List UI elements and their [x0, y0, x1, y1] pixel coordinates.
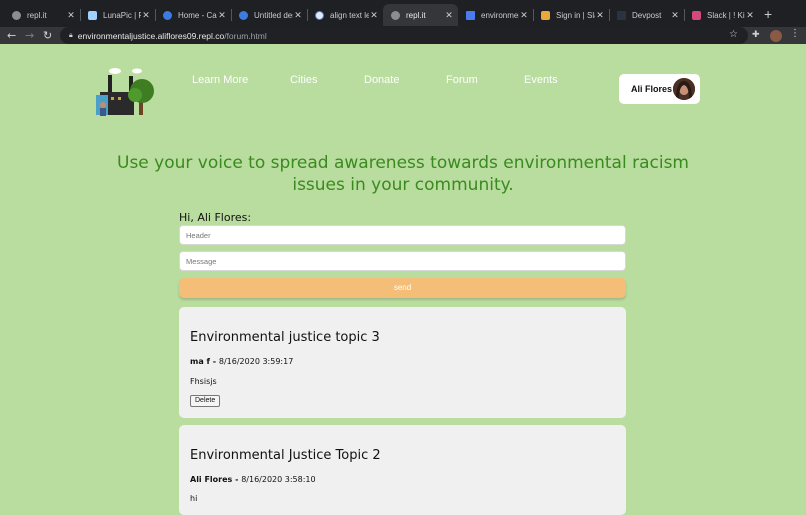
logo-person-body: [100, 108, 106, 116]
tab-untitled-design[interactable]: Untitled des ✕: [231, 4, 308, 26]
profile-avatar-icon[interactable]: [770, 30, 782, 42]
forum-post-card: Environmental Justice Topic 2 Ali Flores…: [179, 425, 626, 515]
tab-replit-1[interactable]: repl.it ✕: [4, 4, 81, 26]
slack-favicon-icon: [541, 10, 550, 20]
nav-learn-more[interactable]: Learn More: [192, 74, 248, 86]
tab-title: Untitled des: [254, 10, 293, 20]
tab-replit-active[interactable]: repl.it ✕: [383, 4, 458, 26]
google-favicon-icon: [315, 10, 324, 20]
post-body: hi: [190, 494, 198, 503]
header-input[interactable]: [179, 225, 626, 245]
new-tab-button[interactable]: +: [764, 6, 772, 22]
forward-arrow-icon[interactable]: →: [25, 27, 34, 44]
tab-docs-environment[interactable]: environment ✕: [458, 4, 534, 26]
replit-favicon-icon: [12, 10, 21, 20]
close-tab-icon[interactable]: ✕: [66, 10, 76, 21]
kebab-menu-icon[interactable]: ⋮: [790, 28, 800, 39]
logo-window: [118, 97, 121, 100]
user-name: Ali Flores: [631, 84, 673, 94]
logo-tree: [128, 88, 142, 102]
browser-toolbar: ← → ↻ 🔒︎ environmentaljustice.aliflores0…: [0, 27, 806, 44]
site-logo[interactable]: [95, 67, 157, 117]
tab-canva-home[interactable]: Home - Can ✕: [155, 4, 232, 26]
close-tab-icon[interactable]: ✕: [141, 10, 151, 21]
forum-post-card: Environmental justice topic 3 ma f - 8/1…: [179, 307, 626, 418]
logo-person: [100, 102, 106, 108]
send-button[interactable]: send: [179, 278, 626, 298]
tab-title: repl.it: [406, 10, 426, 20]
tab-devpost[interactable]: Devpost ✕: [609, 4, 685, 26]
close-tab-icon[interactable]: ✕: [369, 10, 379, 21]
post-timestamp: 8/16/2020 3:58:10: [241, 475, 316, 484]
canva-favicon-icon: [239, 10, 248, 20]
extensions-puzzle-icon[interactable]: ✚: [752, 30, 760, 40]
url-path: /forum.html: [224, 30, 267, 41]
greeting-text: Hi, Ali Flores:: [179, 211, 252, 224]
post-body: Fhsisjs: [190, 377, 217, 386]
slack-favicon-icon: [692, 10, 701, 20]
reload-icon[interactable]: ↻: [43, 27, 52, 44]
canva-favicon-icon: [163, 10, 172, 20]
user-profile-button[interactable]: Ali Flores: [619, 74, 700, 104]
post-timestamp: 8/16/2020 3:59:17: [218, 357, 294, 366]
avatar: [673, 78, 695, 100]
tab-lunapic[interactable]: LunaPic | Fr ✕: [80, 4, 156, 26]
post-title: Environmental justice topic 3: [190, 330, 380, 345]
page-headline: Use your voice to spread awareness towar…: [117, 153, 689, 195]
tab-slack-kim[interactable]: Slack | ! Kim ✕: [684, 4, 759, 26]
bookmark-star-icon[interactable]: ☆: [729, 29, 738, 40]
tab-title: LunaPic | Fr: [103, 10, 141, 20]
tab-title: repl.it: [27, 10, 47, 20]
tab-google-search[interactable]: align text lef ✕: [307, 4, 383, 26]
post-author: ma f: [190, 357, 210, 366]
meta-separator: -: [210, 357, 219, 366]
tab-title: Slack | ! Kim: [707, 10, 745, 20]
nav-cities[interactable]: Cities: [290, 74, 318, 86]
address-bar[interactable]: 🔒︎ environmentaljustice.aliflores09.repl…: [60, 27, 748, 44]
lock-icon: 🔒︎: [69, 31, 73, 39]
post-meta: ma f - 8/16/2020 3:59:17: [190, 357, 293, 366]
tab-title: Sign in | Sla: [556, 10, 595, 20]
close-tab-icon[interactable]: ✕: [293, 10, 303, 21]
url-text[interactable]: environmentaljustice.aliflores09.repl.co…: [78, 31, 267, 41]
post-meta: Ali Flores - 8/16/2020 3:58:10: [190, 475, 316, 484]
tab-title: Home - Can: [178, 10, 217, 20]
delete-post-button[interactable]: Delete: [190, 395, 221, 407]
close-tab-icon[interactable]: ✕: [595, 10, 605, 21]
avatar-photo: [673, 78, 695, 100]
close-tab-icon[interactable]: ✕: [217, 10, 227, 21]
nav-events[interactable]: Events: [524, 74, 558, 86]
tab-title: align text lef: [330, 10, 369, 20]
close-tab-icon[interactable]: ✕: [519, 10, 529, 21]
tab-title: environment: [481, 10, 519, 20]
devpost-favicon-icon: [617, 10, 626, 20]
tab-strip: repl.it ✕ LunaPic | Fr ✕ Home - Can ✕ Un…: [0, 0, 806, 27]
close-tab-icon[interactable]: ✕: [444, 10, 454, 21]
docs-favicon-icon: [466, 10, 475, 20]
url-host: environmentaljustice.aliflores09.repl.co: [77, 30, 225, 41]
close-tab-icon[interactable]: ✕: [670, 10, 680, 21]
logo-cloud: [132, 68, 142, 74]
nav-forum[interactable]: Forum: [446, 74, 478, 86]
close-tab-icon[interactable]: ✕: [745, 10, 755, 21]
back-arrow-icon[interactable]: ←: [7, 27, 16, 44]
meta-separator: -: [232, 475, 242, 484]
logo-window: [111, 97, 114, 100]
post-author: Ali Flores: [190, 475, 233, 484]
tab-title: Devpost: [632, 10, 662, 20]
lunapic-favicon-icon: [88, 10, 97, 20]
nav-donate[interactable]: Donate: [364, 74, 399, 86]
logo-cloud: [109, 68, 121, 74]
post-title: Environmental Justice Topic 2: [190, 448, 381, 463]
tab-slack-signin[interactable]: Sign in | Sla ✕: [533, 4, 610, 26]
message-input[interactable]: [179, 251, 626, 271]
replit-favicon-icon: [391, 10, 400, 20]
